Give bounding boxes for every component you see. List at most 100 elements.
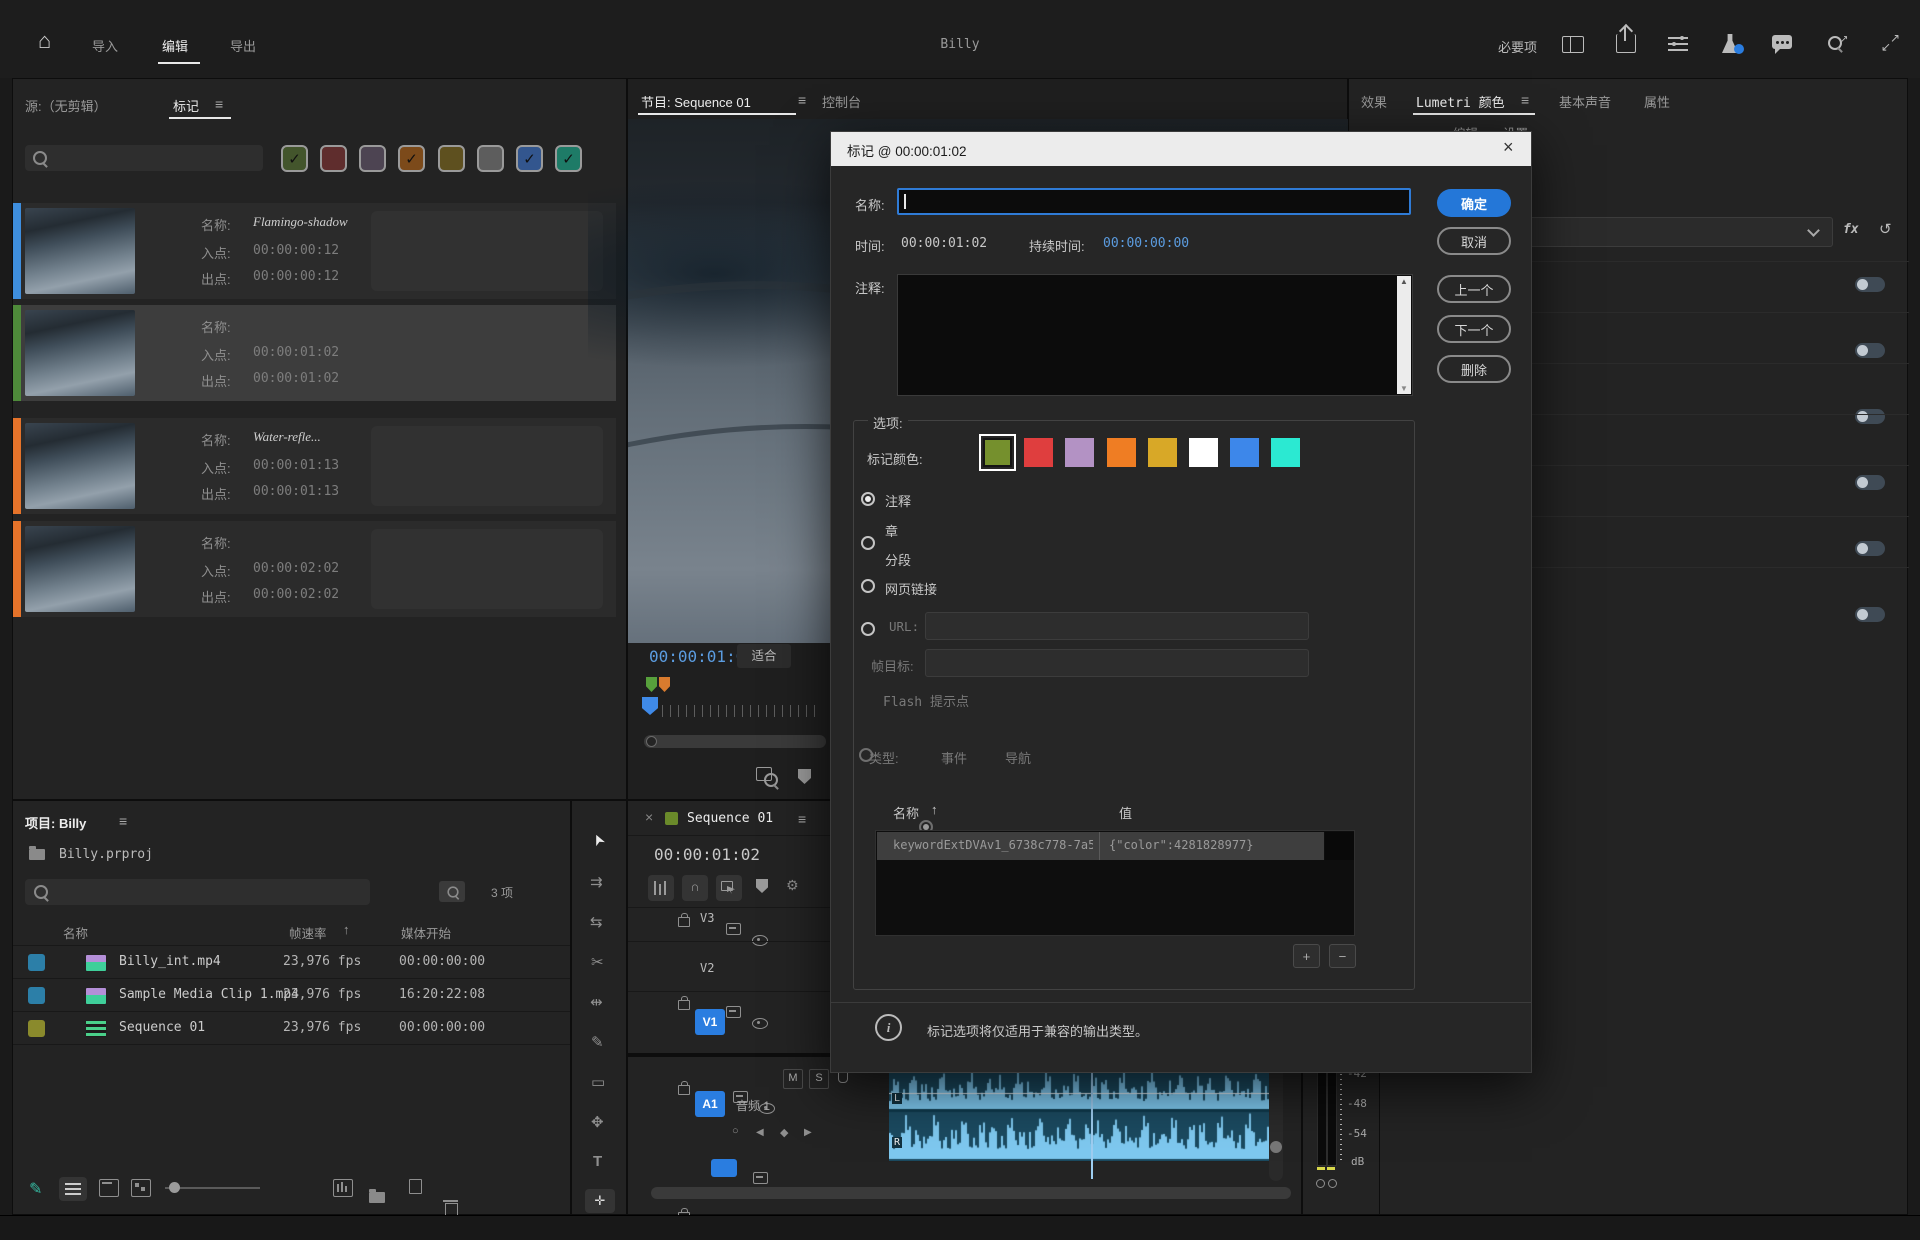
list-view-button[interactable]: [59, 1177, 87, 1201]
marker-list-item[interactable]: 名称: 入点: 00:00:02:02 出点: 00:00:02:02: [13, 521, 616, 617]
program-scrollbar-knob[interactable]: [646, 736, 657, 747]
label-swatch[interactable]: [28, 987, 45, 1004]
timeline-marker-green-icon[interactable]: [646, 677, 657, 692]
track-v3-label[interactable]: V3: [700, 911, 714, 925]
track-lock-icon[interactable]: [678, 1081, 690, 1095]
section-toggle-basic-correction[interactable]: [1855, 277, 1885, 292]
filter-color-yellow[interactable]: [438, 145, 465, 172]
track-target-icon[interactable]: [726, 1006, 741, 1018]
markers-panel-menu-icon[interactable]: ≡: [215, 96, 223, 112]
radio-chapter[interactable]: [861, 536, 875, 550]
new-item-icon[interactable]: [409, 1179, 422, 1194]
tab-program-monitor[interactable]: 节目: Sequence 01: [641, 92, 751, 111]
project-file-breadcrumb[interactable]: Billy.prproj: [59, 847, 153, 862]
scroll-down-icon[interactable]: ▼: [1400, 384, 1408, 393]
tab-console[interactable]: 控制台: [822, 92, 861, 111]
folder-up-icon[interactable]: [29, 846, 45, 860]
tab-project[interactable]: 项目: Billy: [25, 813, 86, 832]
timeline-tab-close-icon[interactable]: ×: [645, 809, 653, 825]
type-tool[interactable]: T: [593, 1153, 602, 1170]
reset-effect-icon[interactable]: ↺: [1879, 220, 1892, 238]
radio-comment[interactable]: [861, 492, 875, 506]
track-lock-icon[interactable]: [678, 913, 690, 927]
timeline-timecode[interactable]: 00:00:01:02: [654, 845, 760, 864]
track-source-icon[interactable]: [753, 1172, 768, 1184]
radio-segmentation[interactable]: [861, 579, 875, 593]
track-select-tool[interactable]: ⇉: [590, 873, 603, 891]
section-toggle-hsl-secondary[interactable]: [1855, 541, 1885, 556]
timeline-settings-icon[interactable]: ⚙: [786, 877, 799, 894]
column-header-name[interactable]: 名称: [63, 923, 88, 942]
razor-tool[interactable]: ✂: [591, 953, 604, 971]
swatch-cyan[interactable]: [1271, 438, 1300, 467]
radio-weblink[interactable]: [861, 622, 875, 636]
zoom-slider-handle[interactable]: [169, 1182, 180, 1193]
remove-row-button[interactable]: −: [1329, 944, 1356, 968]
mute-button[interactable]: M: [783, 1069, 803, 1089]
marker-comment-box[interactable]: [371, 426, 603, 506]
tab-source-monitor[interactable]: 源:（无剪辑）: [25, 96, 107, 115]
keyframe-mode-icon[interactable]: ○: [732, 1125, 739, 1137]
kv-table-row-selected[interactable]: keywordExtDVAv1_6738c778-7a5… {"color":4…: [877, 832, 1324, 860]
tab-lumetri-color[interactable]: Lumetri 颜色: [1416, 92, 1505, 111]
project-panel-menu-icon[interactable]: ≡: [119, 813, 127, 829]
marker-list-item[interactable]: 名称: Flamingo-shadow 入点: 00:00:00:12 出点: …: [13, 203, 616, 299]
swatch-orange[interactable]: [1107, 438, 1136, 467]
filter-color-red[interactable]: [320, 145, 347, 172]
hand-tool[interactable]: ✥: [591, 1113, 604, 1131]
marker-comment-box[interactable]: [371, 211, 603, 291]
fit-dropdown[interactable]: 适合: [737, 644, 791, 668]
new-bin-icon[interactable]: [369, 1189, 385, 1203]
freeform-view-button[interactable]: [131, 1179, 151, 1197]
timeline-marker-orange-icon[interactable]: [659, 677, 670, 692]
tab-import[interactable]: 导入: [92, 36, 118, 55]
delete-button[interactable]: 删除: [1437, 355, 1511, 383]
kv-table-value-header[interactable]: 值: [1119, 803, 1132, 822]
automate-to-sequence-icon[interactable]: [333, 1179, 353, 1197]
tab-properties[interactable]: 属性: [1644, 92, 1670, 111]
program-scrollbar[interactable]: [644, 735, 826, 748]
column-resize-handle[interactable]: [1099, 832, 1100, 860]
home-icon[interactable]: ⌂: [38, 28, 51, 54]
timeline-horizontal-scrollbar[interactable]: [651, 1187, 1291, 1199]
table-row[interactable]: Billy_int.mp4 23,976 fps 00:00:00:00: [13, 947, 570, 978]
playhead-marker-blue-icon[interactable]: [642, 697, 658, 715]
filter-color-blue[interactable]: ✓: [516, 145, 543, 172]
tab-markers[interactable]: 标记: [173, 96, 199, 115]
rectangle-tool[interactable]: ▭: [591, 1073, 605, 1091]
selection-tool[interactable]: ➤: [587, 830, 609, 849]
add-marker-icon[interactable]: [756, 879, 768, 893]
scroll-up-icon[interactable]: ▲: [1400, 277, 1408, 286]
marker-name-input[interactable]: [897, 188, 1411, 215]
ripple-edit-tool[interactable]: ⇆: [590, 913, 603, 931]
tab-export[interactable]: 导出: [230, 36, 256, 55]
track-lock-icon[interactable]: [678, 996, 690, 1010]
linked-selection-toggle[interactable]: [716, 875, 742, 901]
close-icon[interactable]: ×: [1503, 137, 1514, 158]
tab-effects[interactable]: 效果: [1361, 92, 1387, 111]
snap-magnet-toggle[interactable]: ∩: [682, 875, 708, 901]
project-search-input[interactable]: [25, 879, 370, 905]
marker-search-input[interactable]: [25, 145, 263, 171]
table-row[interactable]: Sample Media Clip 1.mp4 23,976 fps 16:20…: [13, 980, 570, 1011]
swatch-blue[interactable]: [1230, 438, 1259, 467]
marker-comment-box[interactable]: [371, 529, 603, 609]
track-visibility-icon[interactable]: [752, 1018, 768, 1029]
zoom-slider[interactable]: [165, 1182, 260, 1193]
column-header-fps[interactable]: 帧速率: [289, 923, 327, 942]
export-share-icon[interactable]: [1616, 23, 1636, 53]
timeline-playhead[interactable]: [1091, 1059, 1093, 1179]
label-swatch[interactable]: [28, 954, 45, 971]
next-button[interactable]: 下一个: [1437, 315, 1511, 343]
marker-list-item[interactable]: 名称: Water-refle... 入点: 00:00:01:13 出点: 0…: [13, 418, 616, 514]
meter-channel-dot-l[interactable]: [1316, 1179, 1325, 1188]
essentials-label[interactable]: 必要项: [1498, 37, 1537, 56]
keyframe-next-icon[interactable]: ▶: [804, 1127, 812, 1138]
track-v1-badge[interactable]: V1: [695, 1009, 725, 1035]
swatch-white[interactable]: [1189, 438, 1218, 467]
workspace-icon[interactable]: [1562, 36, 1584, 53]
cancel-button[interactable]: 取消: [1437, 227, 1511, 255]
kv-table-name-header[interactable]: 名称: [893, 803, 919, 822]
ok-button[interactable]: 确定: [1437, 189, 1511, 217]
pen-tool[interactable]: ✎: [591, 1033, 604, 1051]
